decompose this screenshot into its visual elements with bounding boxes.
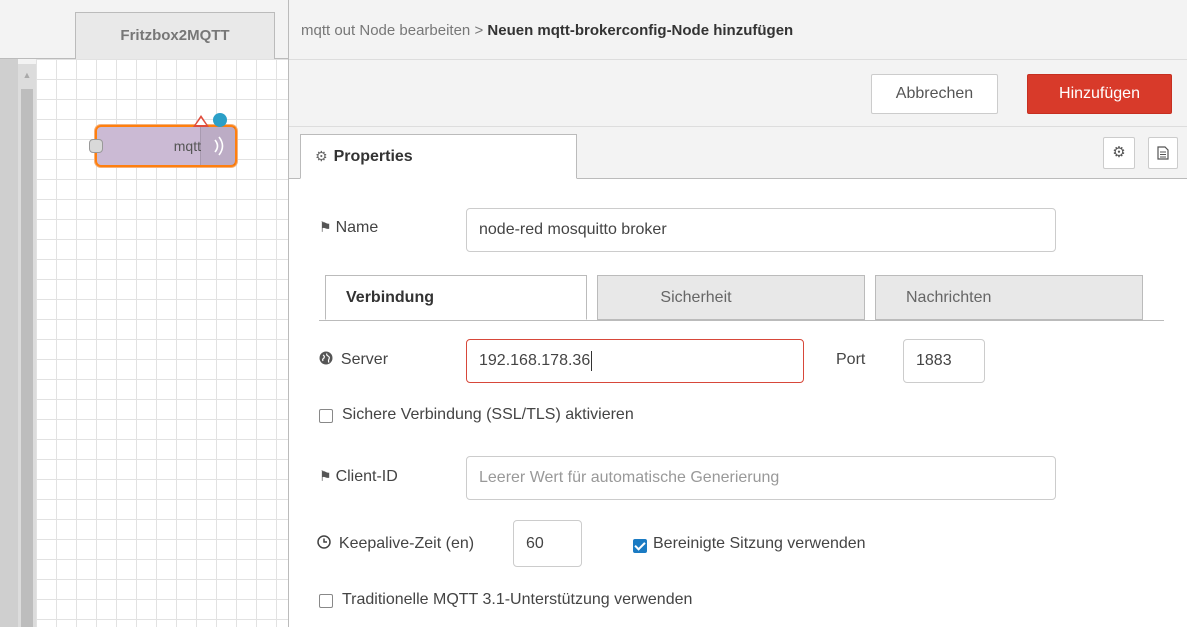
workspace-scrollbar[interactable]: ▲ xyxy=(18,64,36,627)
clean-session-label: Bereinigte Sitzung verwenden xyxy=(653,535,866,552)
workspace-left-edge xyxy=(0,59,18,627)
legacy-mqtt-checkbox[interactable] xyxy=(319,594,333,608)
tag-icon: ⚑ xyxy=(319,219,332,235)
ssl-checkbox[interactable] xyxy=(319,409,333,423)
document-icon xyxy=(1157,144,1169,161)
globe-icon xyxy=(319,351,337,367)
breadcrumb-current: Neuen mqtt-brokerconfig-Node hinzufügen xyxy=(487,22,794,39)
properties-tab-bar: ⚙ Properties ⚙ xyxy=(289,127,1187,179)
breadcrumb-parent[interactable]: mqtt out Node bearbeiten xyxy=(301,22,470,39)
client-id-input[interactable]: Leerer Wert für automatische Generierung xyxy=(466,456,1056,500)
tag-icon: ⚑ xyxy=(319,468,332,484)
tab-verbindung[interactable]: Verbindung xyxy=(325,275,587,320)
editor-header: mqtt out Node bearbeiten > Neuen mqtt-br… xyxy=(289,0,1187,60)
workspace-tab-bar: Fritzbox2MQTT xyxy=(0,0,288,59)
connection-tabs: Verbindung Sicherheit Nachrichten xyxy=(319,275,1164,321)
client-id-label: ⚑ Client-ID xyxy=(319,468,398,485)
scrollbar-thumb[interactable] xyxy=(21,89,33,627)
text-caret xyxy=(591,350,593,371)
node-description-button[interactable] xyxy=(1148,137,1178,169)
edit-dialog: mqtt out Node bearbeiten > Neuen mqtt-br… xyxy=(289,0,1187,627)
keepalive-label: Keepalive-Zeit (en) xyxy=(317,535,474,553)
wireless-icon xyxy=(200,127,235,165)
gear-icon: ⚙ xyxy=(1112,144,1126,161)
node-changed-indicator xyxy=(213,113,227,127)
node-label: mqtt xyxy=(173,138,201,154)
tab-properties[interactable]: ⚙ Properties xyxy=(300,134,577,179)
port-label: Port xyxy=(836,351,866,368)
name-label: ⚑ Name xyxy=(319,219,379,236)
name-input[interactable]: node-red mosquitto broker xyxy=(466,208,1056,252)
server-label: Server xyxy=(319,351,388,369)
breadcrumb-separator: > xyxy=(474,22,484,39)
port-input[interactable]: 1883 xyxy=(903,339,985,383)
clean-session-checkbox[interactable] xyxy=(633,539,647,553)
mqtt-out-node[interactable]: mqtt xyxy=(89,113,237,167)
warning-triangle-icon xyxy=(193,115,209,127)
node-settings-button[interactable]: ⚙ xyxy=(1103,137,1135,169)
add-button[interactable]: Hinzufügen xyxy=(1027,74,1172,114)
tab-nachrichten[interactable]: Nachrichten xyxy=(875,275,1143,320)
ssl-checkbox-label: Sichere Verbindung (SSL/TLS) aktivieren xyxy=(342,406,634,423)
tab-properties-label: Properties xyxy=(333,148,413,165)
server-input-value: 192.168.178.36 xyxy=(479,352,591,369)
flow-tab-fritzbox2mqtt[interactable]: Fritzbox2MQTT xyxy=(75,12,275,59)
cancel-button[interactable]: Abbrechen xyxy=(871,74,998,114)
editor-toolbar: Abbrechen Hinzufügen xyxy=(289,60,1187,127)
gear-icon: ⚙ xyxy=(315,148,328,164)
server-input[interactable]: 192.168.178.36 xyxy=(466,339,804,383)
legacy-mqtt-label: Traditionelle MQTT 3.1-Unterstützung ver… xyxy=(342,591,693,608)
scroll-up-icon[interactable]: ▲ xyxy=(18,70,36,80)
breadcrumb: mqtt out Node bearbeiten > Neuen mqtt-br… xyxy=(301,22,793,39)
keepalive-input[interactable]: 60 xyxy=(513,520,582,567)
clock-icon xyxy=(317,535,335,551)
tab-sicherheit[interactable]: Sicherheit xyxy=(597,275,865,320)
flow-workspace: Fritzbox2MQTT ▲ mqtt xyxy=(0,0,289,627)
